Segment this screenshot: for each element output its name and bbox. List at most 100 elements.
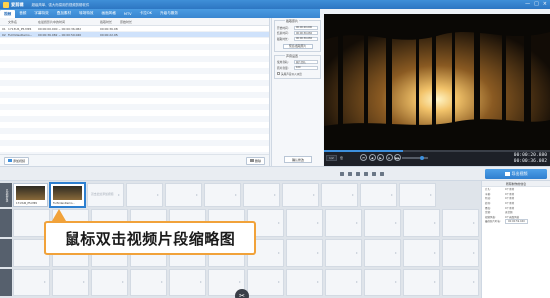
clip-name: FullVideoDemo... (53, 202, 75, 205)
forward-button[interactable]: ▶▶ (394, 154, 401, 161)
empty-slot[interactable] (130, 269, 167, 296)
empty-slot[interactable] (360, 183, 397, 207)
undo-icon[interactable] (340, 172, 344, 176)
empty-slot[interactable] (399, 183, 436, 207)
empty-slot[interactable] (403, 269, 440, 296)
audio-track-select[interactable]: 原片音轨 (294, 60, 318, 65)
empty-slot[interactable] (91, 269, 128, 296)
zoom-icon[interactable] (372, 172, 376, 176)
audio-group-title: 声音设置 (285, 53, 300, 58)
empty-slot[interactable] (204, 183, 241, 207)
empty-slot[interactable] (282, 183, 319, 207)
row-original (118, 32, 140, 37)
empty-slot[interactable] (364, 269, 401, 296)
empty-slot[interactable] (321, 183, 358, 207)
empty-slot[interactable] (169, 269, 206, 296)
empty-slot[interactable] (403, 209, 440, 237)
empty-slot[interactable] (52, 269, 89, 296)
empty-slot[interactable] (325, 239, 362, 267)
empty-slot[interactable] (325, 269, 362, 296)
volume-knob[interactable] (420, 155, 424, 160)
empty-slot[interactable] (442, 239, 479, 267)
close-button[interactable]: × (543, 2, 547, 7)
tab-transitions[interactable]: 转场特效 (75, 9, 97, 18)
zoom-label: 倍 (339, 156, 343, 160)
info-key: 最终影片时长: (485, 220, 501, 224)
volume-input[interactable]: 100 (294, 65, 318, 70)
zoom-select[interactable]: 1/2 (326, 155, 337, 161)
delete-button[interactable]: 删除 (245, 156, 265, 165)
col-duration[interactable]: 截取时长 (98, 18, 118, 25)
tab-mtv[interactable]: MTV (120, 9, 136, 18)
stop-button[interactable]: ⏹ (385, 154, 393, 161)
tab-styles[interactable]: 画面风格 (98, 9, 120, 18)
scissors-icon[interactable]: ✂ (235, 289, 249, 298)
tab-upgrade[interactable]: 升级与服务 (156, 9, 182, 18)
empty-slot[interactable] (442, 209, 479, 237)
checkbox-box (277, 72, 280, 75)
clip-thumb-image (53, 186, 82, 200)
playback-progress[interactable] (324, 150, 550, 152)
trash-icon (249, 159, 254, 162)
empty-slot[interactable] (325, 209, 362, 237)
redo-icon[interactable] (348, 172, 352, 176)
settings-icon[interactable] (380, 172, 384, 176)
empty-slot[interactable] (364, 209, 401, 237)
empty-slot[interactable] (403, 239, 440, 267)
info-value: 0个素材 (505, 202, 515, 206)
export-video-button[interactable]: 导出视频 (485, 169, 547, 179)
maximize-button[interactable]: □ (534, 2, 539, 7)
tab-subtitle-effects[interactable]: 字幕特效 (30, 9, 52, 18)
track-label: 使用音轨: (277, 60, 289, 65)
export-label: 导出视频 (511, 171, 528, 176)
video-preview[interactable] (324, 14, 550, 152)
snapshot-icon[interactable] (364, 172, 368, 176)
tab-karaoke[interactable]: 卡拉OK (136, 9, 156, 18)
duration-input[interactable]: 00:00:36.082 (294, 36, 318, 41)
volume-slider[interactable] (402, 155, 428, 160)
audio-track-label (0, 269, 12, 296)
empty-slot[interactable]: 双击此处添加视频 (87, 183, 124, 207)
tab-video[interactable]: 视频 (0, 10, 16, 18)
start-time-input[interactable]: 00:00:00.000 (294, 25, 318, 30)
row-filename: FullVideoDemo... (8, 32, 33, 37)
fade-checkbox[interactable]: 头尾声音淡入淡出 (277, 72, 318, 76)
play-button[interactable]: ▶ (377, 154, 384, 161)
empty-slot[interactable] (126, 183, 163, 207)
instruction-callout: 鼠标双击视频片段缩略图 (44, 209, 256, 255)
empty-slot[interactable] (243, 183, 280, 207)
empty-slot[interactable] (247, 269, 284, 296)
empty-slot[interactable] (286, 239, 323, 267)
empty-slot[interactable] (13, 269, 50, 296)
prev-frame-button[interactable]: ⏮ (360, 154, 367, 161)
confirm-button[interactable]: 确认修改 (284, 156, 312, 163)
empty-slot[interactable] (364, 239, 401, 267)
info-value: 0个素材 (505, 188, 515, 192)
col-original[interactable]: 原始时长 (118, 18, 140, 25)
video-lane: 1713U6_P5.MP4 FullVideoDemo... 双击此处添加视频 (13, 183, 479, 207)
info-value: 0个素材 (505, 206, 515, 210)
rewind-button[interactable]: ◀ (368, 154, 376, 161)
tab-overlay[interactable]: 叠加素材 (53, 9, 75, 18)
tab-audio[interactable]: 音频 (15, 9, 30, 18)
col-time[interactable]: 在最终影片中的时间 (36, 18, 98, 25)
info-value: 0个素材 (505, 197, 515, 201)
clip-thumbnail-selected[interactable]: FullVideoDemo... (50, 183, 85, 207)
add-video-button[interactable]: 添加视频 (4, 156, 30, 165)
clip-thumbnail[interactable]: 1713U6_P5.MP4 (13, 183, 48, 207)
empty-slot[interactable] (442, 269, 479, 296)
app-subtitle: 超级简单、强大而易用的视频剪辑软件 (31, 3, 90, 7)
end-time-input[interactable]: 00:00:36.082 (294, 31, 318, 36)
empty-slot[interactable] (286, 269, 323, 296)
volume-label: 原片音量: (277, 65, 289, 70)
duration-label: 截取时长: (277, 36, 289, 41)
minimize-button[interactable]: — (525, 2, 530, 7)
empty-slot[interactable] (165, 183, 202, 207)
col-filename[interactable]: 文件名 (6, 18, 36, 25)
end-label: 结束时间: (277, 31, 289, 36)
preview-clip-button[interactable]: 预览/截取原片 (282, 43, 313, 49)
time-readout: 00:00:20.880 00:00:36.082 (514, 153, 547, 165)
add-video-label: 添加视频 (13, 158, 26, 163)
empty-slot[interactable] (286, 209, 323, 237)
folder-icon[interactable] (356, 172, 360, 176)
